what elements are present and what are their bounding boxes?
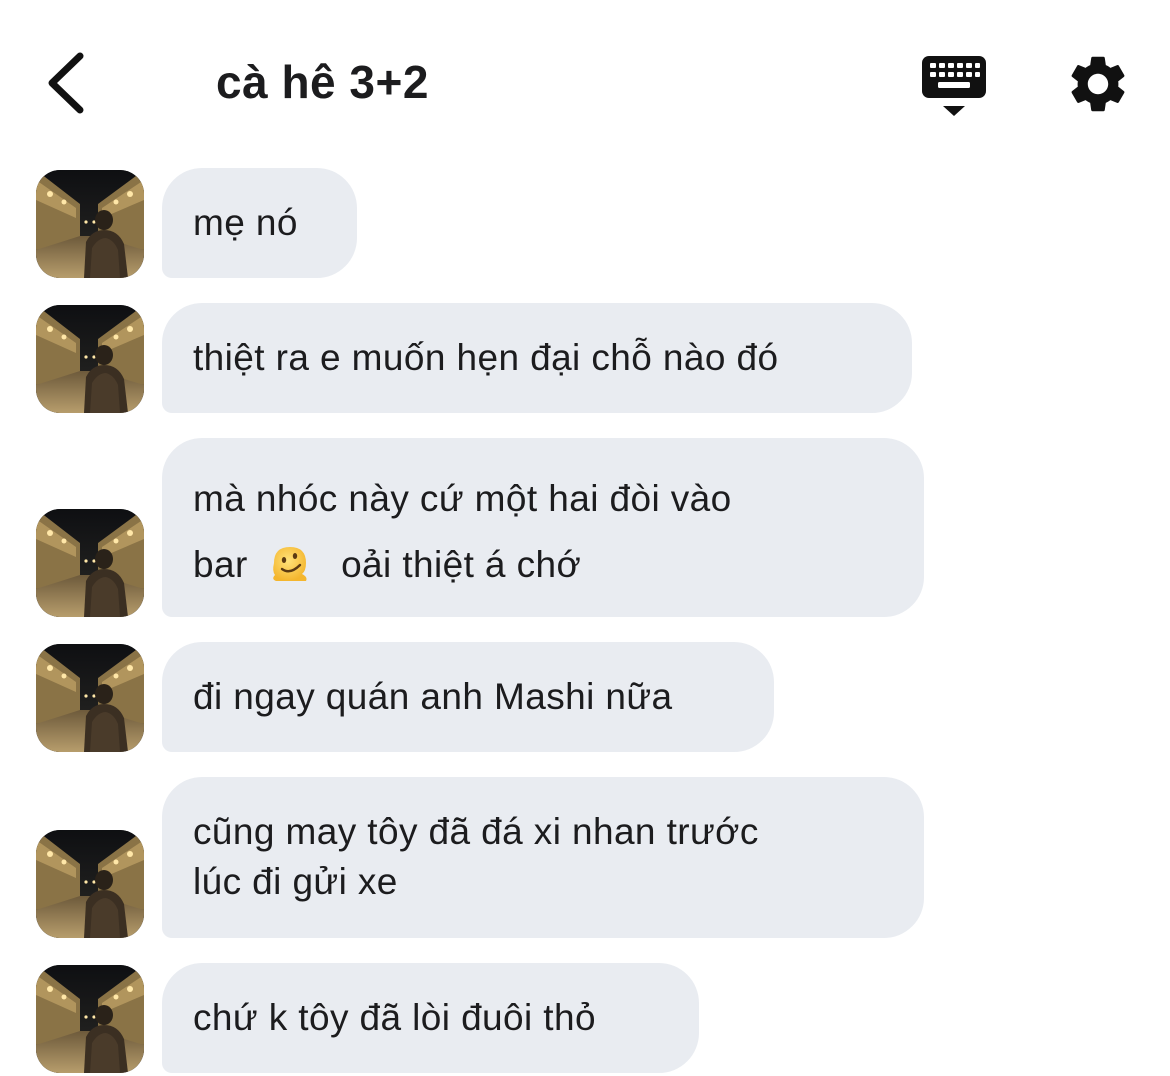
message-bubble[interactable]: chứ k tôy đã lòi đuôi thỏ xyxy=(162,963,699,1073)
message-text: đi ngay quán anh Mashi nữa xyxy=(193,676,673,717)
message-bubble[interactable]: đi ngay quán anh Mashi nữa xyxy=(162,642,774,752)
message-text-line: lúc đi gửi xe xyxy=(193,861,398,902)
message-bubble[interactable]: mẹ nó xyxy=(162,168,357,278)
avatar[interactable] xyxy=(36,170,144,278)
message-text: mẹ nó xyxy=(193,202,298,243)
chat-header: cà hê 3+2 xyxy=(0,0,1170,160)
message-bubble[interactable]: mà nhóc này cứ một hai đòi vào bar oải t… xyxy=(162,438,924,617)
keyboard-hide-button[interactable] xyxy=(918,50,990,120)
avatar[interactable] xyxy=(36,830,144,938)
message-text-line: bar oải thiệt á chớ xyxy=(193,532,894,598)
avatar[interactable] xyxy=(36,644,144,752)
message-text: oải thiệt á chớ xyxy=(341,544,582,585)
message-text-line: mà nhóc này cứ một hai đòi vào xyxy=(193,478,732,519)
message-text: thiệt ra e muốn hẹn đại chỗ nào đó xyxy=(193,337,779,378)
message-text-line: cũng may tôy đã đá xi nhan trước xyxy=(193,811,759,852)
gear-icon xyxy=(1071,56,1125,112)
avatar[interactable] xyxy=(36,965,144,1073)
message-text: chứ k tôy đã lòi đuôi thỏ xyxy=(193,997,596,1038)
avatar[interactable] xyxy=(36,509,144,617)
avatar[interactable] xyxy=(36,305,144,413)
chat-title: cà hê 3+2 xyxy=(216,56,429,108)
back-button[interactable] xyxy=(38,48,98,118)
message-bubble[interactable]: thiệt ra e muốn hẹn đại chỗ nào đó xyxy=(162,303,912,413)
keyboard-hide-icon xyxy=(922,56,986,116)
chevron-left-icon xyxy=(48,52,84,114)
melting-face-emoji xyxy=(273,547,307,582)
settings-button[interactable] xyxy=(1064,50,1132,118)
message-bubble[interactable]: cũng may tôy đã đá xi nhan trước lúc đi … xyxy=(162,777,924,938)
message-text: bar xyxy=(193,544,248,585)
